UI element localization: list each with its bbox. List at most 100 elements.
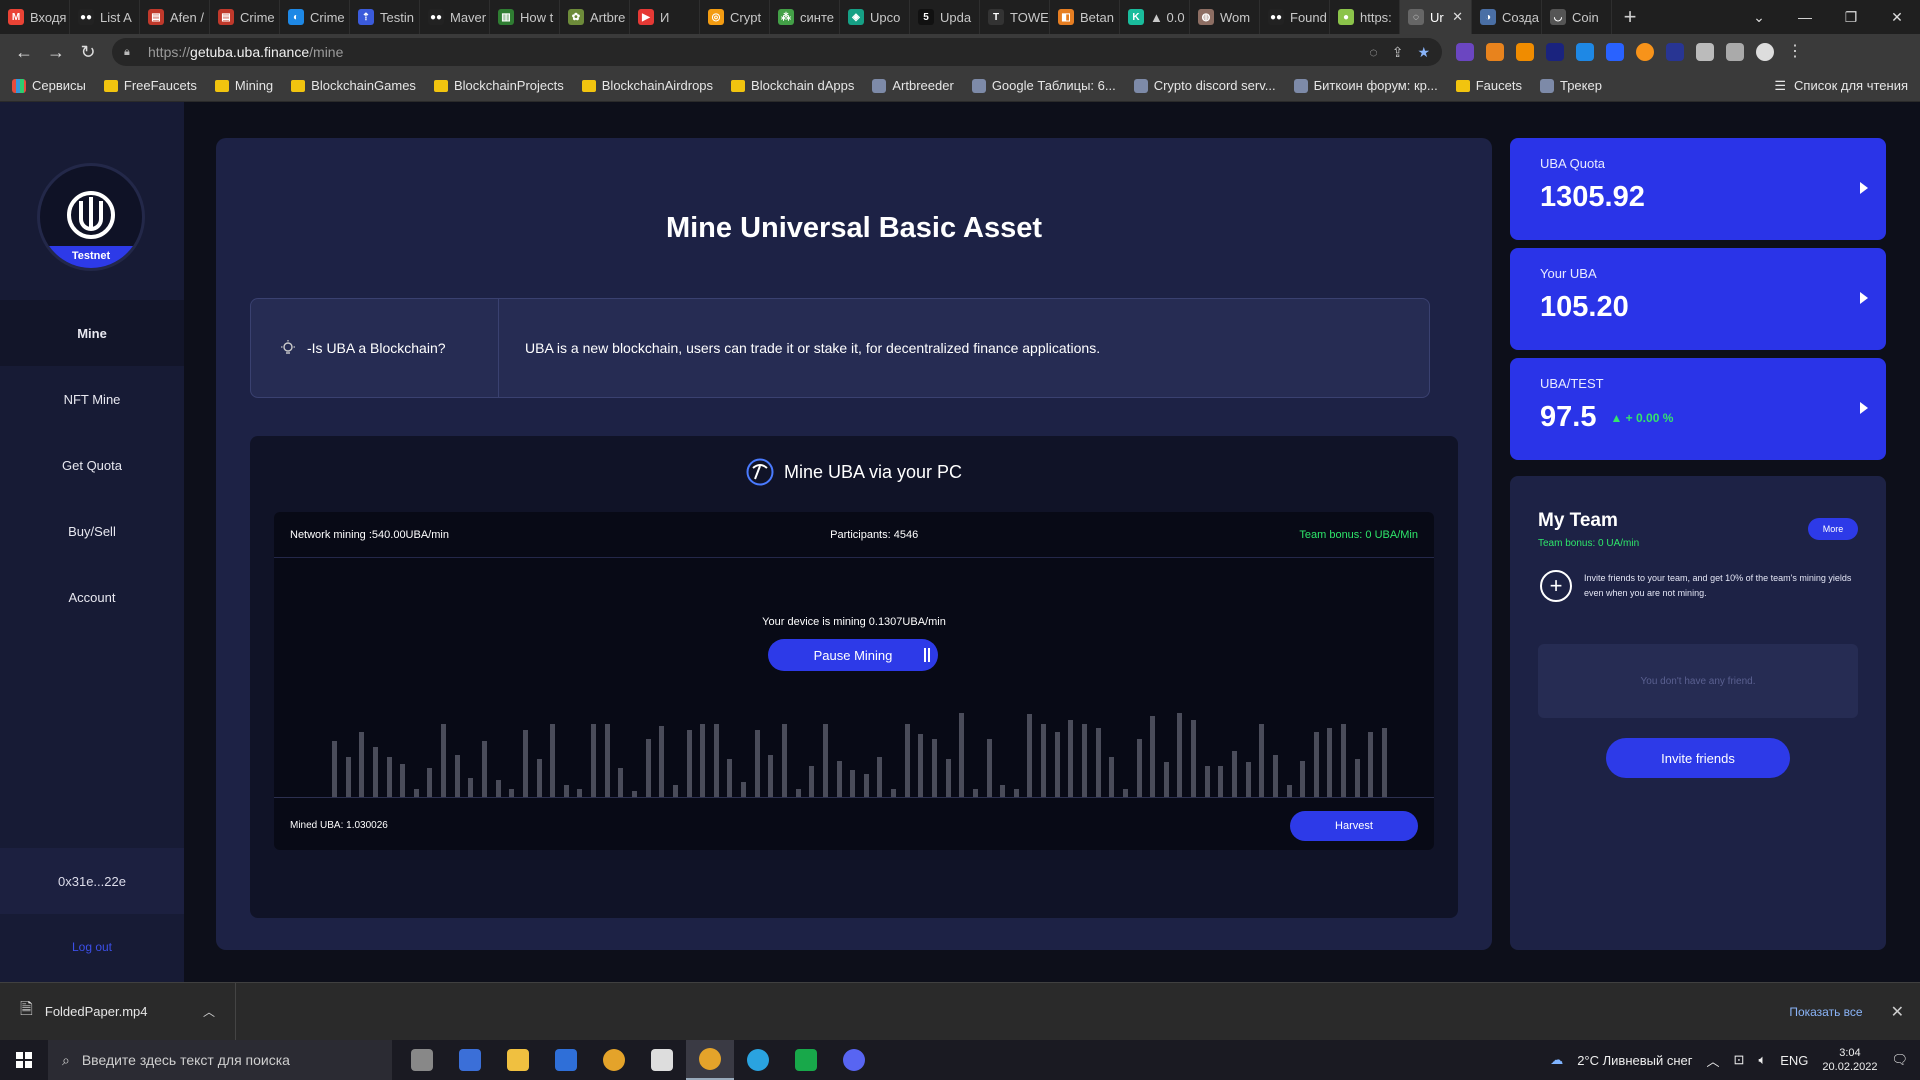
taskbar-app-bolt-app[interactable]	[782, 1040, 830, 1080]
browser-tab[interactable]: ▥ How t	[490, 0, 560, 34]
wallet-address[interactable]: 0x31e...22e	[0, 848, 184, 914]
new-tab-button[interactable]: +	[1612, 4, 1648, 30]
your-uba-card[interactable]: Your UBA 105.20	[1510, 248, 1886, 350]
maximize-icon[interactable]: ❐	[1828, 0, 1874, 34]
reading-list[interactable]: ☰ Список для чтения	[1774, 78, 1908, 94]
bookmark-item[interactable]: FreeFaucets	[103, 78, 197, 93]
browser-tab[interactable]: ◑ Созда	[1472, 0, 1542, 34]
taskbar-app-save-app[interactable]	[446, 1040, 494, 1080]
browser-tab[interactable]: 5 Upda	[910, 0, 980, 34]
browser-tab[interactable]: M Входя	[0, 0, 70, 34]
taskbar-search[interactable]: ⌕ Введите здесь текст для поиска	[48, 1040, 392, 1080]
metamask-icon[interactable]	[1486, 43, 1504, 61]
play-arrow-icon[interactable]	[1860, 182, 1868, 194]
tab-close-icon[interactable]: ✕	[1452, 9, 1463, 25]
network-icon[interactable]: ⊡	[1734, 1052, 1745, 1068]
extension-icon[interactable]	[1456, 43, 1474, 61]
browser-tab[interactable]: ●● List A	[70, 0, 140, 34]
weather-icon[interactable]: ☁	[1550, 1052, 1563, 1068]
close-icon[interactable]: ✕	[1891, 1002, 1904, 1022]
bookmark-item[interactable]: BlockchainAirdrops	[581, 78, 713, 93]
bookmark-item[interactable]: Blockchain dApps	[731, 78, 854, 93]
back-icon[interactable]: ←	[8, 36, 40, 68]
extension-icon[interactable]	[1666, 43, 1684, 61]
bookmark-item[interactable]: BlockchainProjects	[433, 78, 564, 93]
bookmark-item[interactable]: Биткоин форум: кр...	[1293, 78, 1438, 93]
extension-icon[interactable]	[1516, 43, 1534, 61]
bookmark-item[interactable]: BlockchainGames	[291, 78, 416, 93]
browser-tab[interactable]: ◎ Crypt	[700, 0, 770, 34]
browser-tab[interactable]: ●● Maver	[420, 0, 490, 34]
reload-icon[interactable]: ↻	[72, 36, 104, 68]
browser-tab[interactable]: ●● Found	[1260, 0, 1330, 34]
browser-tab[interactable]: ⇡ Testin	[350, 0, 420, 34]
browser-tab[interactable]: ◍ Wom	[1190, 0, 1260, 34]
bookmark-item[interactable]: Faucets	[1455, 78, 1522, 93]
bookmark-item[interactable]: Crypto discord serv...	[1133, 78, 1276, 93]
bookmark-item[interactable]: Сервисы	[12, 78, 86, 93]
browser-tab[interactable]: ▤ Crime	[210, 0, 280, 34]
bookmark-item[interactable]: Artbreeder	[872, 78, 954, 93]
puzzle-icon[interactable]	[1696, 43, 1714, 61]
taskbar-app-chrome-active[interactable]	[686, 1040, 734, 1080]
taskbar-app-task-view[interactable]	[398, 1040, 446, 1080]
extension-icon[interactable]	[1606, 43, 1624, 61]
browser-tab[interactable]: ◐ Crime	[280, 0, 350, 34]
extension-icon[interactable]	[1546, 43, 1564, 61]
minimize-icon[interactable]: —	[1782, 0, 1828, 34]
bookmark-item[interactable]: Трекер	[1539, 78, 1602, 93]
browser-tab[interactable]: ▤ Afen /	[140, 0, 210, 34]
weather[interactable]: 2°C Ливневый снег	[1577, 1053, 1692, 1068]
play-arrow-icon[interactable]	[1860, 292, 1868, 304]
eye-off-icon[interactable]: ◌	[1369, 44, 1377, 61]
sidebar-item-nft-mine[interactable]: NFT Mine	[0, 366, 184, 432]
chevron-up-icon[interactable]: ︿	[203, 1003, 215, 1020]
menu-dots-icon[interactable]: ⋮	[1786, 43, 1804, 61]
media-icon[interactable]	[1726, 43, 1744, 61]
forward-icon[interactable]: →	[40, 36, 72, 68]
browser-tab[interactable]: ◌ Ur ✕	[1400, 0, 1472, 34]
taskbar-app-camera-app[interactable]	[542, 1040, 590, 1080]
url-bar[interactable]: 🔒︎ https://getuba.uba.finance/mine ◌ ⇪ ★	[112, 38, 1442, 66]
start-button[interactable]	[0, 1052, 48, 1068]
invite-friends-button[interactable]: Invite friends	[1606, 738, 1790, 778]
taskbar-app-telegram[interactable]	[734, 1040, 782, 1080]
sidebar-item-account[interactable]: Account	[0, 564, 184, 630]
browser-tab[interactable]: ◈ Upco	[840, 0, 910, 34]
uba-quota-card[interactable]: UBA Quota 1305.92	[1510, 138, 1886, 240]
more-button[interactable]: More	[1808, 518, 1858, 540]
sidebar-item-mine[interactable]: Mine	[0, 300, 184, 366]
extension-icon[interactable]	[1576, 43, 1594, 61]
show-all-downloads-link[interactable]: Показать все	[1789, 1005, 1862, 1019]
lock-icon[interactable]: 🔒︎	[124, 46, 136, 58]
profile-icon[interactable]	[1756, 43, 1774, 61]
browser-tab[interactable]: T TOWE	[980, 0, 1050, 34]
bookmark-item[interactable]: Google Таблицы: 6...	[971, 78, 1116, 93]
tab-search-icon[interactable]: ⌄	[1736, 0, 1782, 34]
play-arrow-icon[interactable]	[1860, 402, 1868, 414]
bookmark-star-icon[interactable]: ★	[1417, 44, 1430, 61]
harvest-button[interactable]: Harvest	[1290, 811, 1418, 841]
bookmark-item[interactable]: Mining	[214, 78, 273, 93]
language[interactable]: ENG	[1780, 1053, 1808, 1068]
clock[interactable]: 3:04 20.02.2022	[1822, 1046, 1877, 1074]
taskbar-app-discord[interactable]	[830, 1040, 878, 1080]
browser-tab[interactable]: K ▲ 0.0	[1120, 0, 1190, 34]
plus-circle-icon[interactable]: +	[1540, 570, 1572, 602]
download-item[interactable]: 🗎 FoldedPaper.mp4 ︿	[0, 982, 236, 1041]
sidebar-item-get-quota[interactable]: Get Quota	[0, 432, 184, 498]
uba-logo[interactable]: Testnet	[40, 166, 142, 268]
taskbar-app-chrome[interactable]	[590, 1040, 638, 1080]
volume-icon[interactable]: 🔈︎	[1758, 1052, 1766, 1068]
pause-mining-button[interactable]: Pause Mining	[768, 639, 938, 671]
share-icon[interactable]: ⇪	[1392, 44, 1404, 61]
browser-tab[interactable]: ◧ Betan	[1050, 0, 1120, 34]
close-window-icon[interactable]: ✕	[1874, 0, 1920, 34]
chevron-up-icon[interactable]: ︿	[1707, 1051, 1720, 1070]
logout-link[interactable]: Log out	[0, 940, 184, 954]
browser-tab[interactable]: ◡ Coin	[1542, 0, 1612, 34]
taskbar-app-file-explorer[interactable]	[494, 1040, 542, 1080]
notifications-icon[interactable]: 🗨︎	[1891, 1052, 1908, 1068]
faq-question[interactable]: -Is UBA a Blockchain?	[251, 299, 499, 397]
extension-icon[interactable]	[1636, 43, 1654, 61]
